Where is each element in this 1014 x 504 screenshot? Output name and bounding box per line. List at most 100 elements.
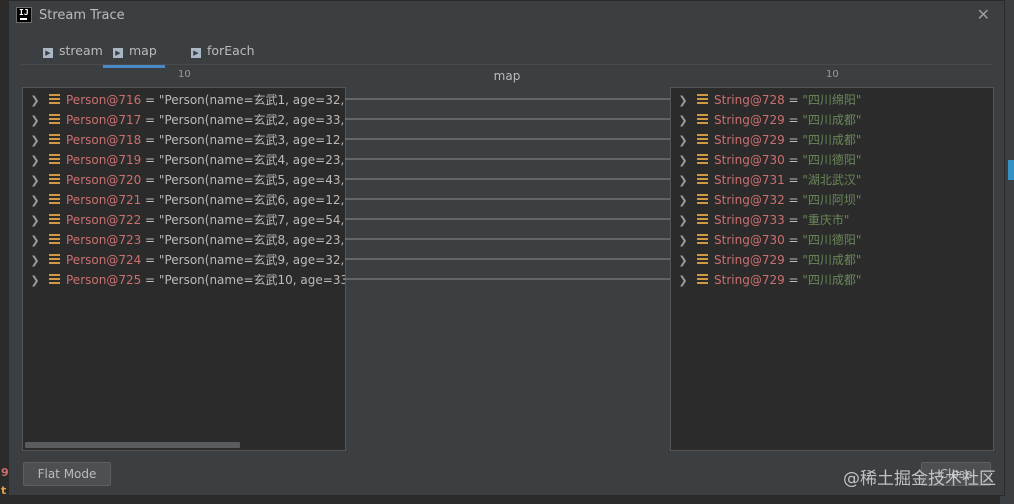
equals-sign: = [784, 153, 803, 167]
right-values-panel[interactable]: ❯ String@728 = "四川绵阳" ❯ String@729 = "四川成都"… [670, 87, 994, 451]
object-icon [697, 114, 708, 125]
value-row[interactable]: ❯ String@732 = "四川阿坝" [671, 190, 861, 210]
object-value: "四川阿坝" [802, 193, 862, 207]
value-row[interactable]: ❯ Person@724 = "Person(name=玄武9, age=32, … [23, 250, 345, 271]
background-scroll-marker [1008, 160, 1014, 180]
object-value: "四川成都" [802, 133, 862, 147]
object-value: "Person(name=玄武6, age=12, se [158, 193, 346, 207]
chevron-right-icon[interactable]: ❯ [677, 231, 689, 251]
object-icon [697, 154, 708, 165]
left-count: 10 [178, 69, 191, 80]
window-title: Stream Trace [39, 8, 125, 23]
equals-sign: = [784, 193, 803, 207]
object-icon [697, 214, 708, 225]
title-bar: IJ Stream Trace ✕ [9, 1, 1004, 31]
object-reference: Person@724 [66, 253, 142, 267]
background-glyph: t [1, 484, 7, 497]
chevron-right-icon[interactable]: ❯ [29, 191, 41, 211]
object-reference: Person@717 [66, 113, 142, 127]
equals-sign: = [141, 93, 159, 107]
value-row[interactable]: ❯ Person@721 = "Person(name=玄武6, age=12, … [23, 190, 346, 211]
stream-trace-dialog: IJ Stream Trace ✕ ▶ stream ▶ map ▶ forEach … [8, 0, 1005, 496]
value-row[interactable]: ❯ String@730 = "四川德阳" [671, 150, 861, 170]
value-row[interactable]: ❯ Person@717 = "Person(name=玄武2, age=33, … [23, 110, 346, 131]
intellij-icon: IJ [16, 7, 32, 23]
equals-sign: = [141, 193, 159, 207]
chevron-right-icon[interactable]: ❯ [677, 111, 689, 131]
tab-divider [21, 64, 992, 65]
object-icon [697, 94, 708, 105]
object-reference: String@730 [714, 233, 785, 247]
value-row[interactable]: ❯ Person@722 = "Person(name=玄武7, age=54, … [23, 210, 346, 231]
object-reference: Person@721 [66, 193, 142, 207]
chevron-right-icon[interactable]: ❯ [29, 131, 41, 151]
object-icon [49, 154, 60, 165]
object-value: "四川成都" [802, 273, 862, 287]
object-reference: String@733 [714, 213, 785, 227]
value-row[interactable]: ❯ String@729 = "四川成都" [671, 130, 861, 150]
value-row[interactable]: ❯ String@730 = "四川德阳" [671, 230, 861, 250]
chevron-right-icon[interactable]: ❯ [677, 91, 689, 111]
tab-label: map [129, 43, 157, 58]
chevron-right-icon[interactable]: ❯ [29, 171, 41, 191]
chevron-right-icon[interactable]: ❯ [677, 271, 689, 291]
flat-mode-button[interactable]: Flat Mode [23, 462, 111, 486]
object-reference: String@731 [714, 173, 785, 187]
object-icon [697, 274, 708, 285]
object-value: "Person(name=玄武7, age=54, se [158, 213, 346, 227]
value-row[interactable]: ❯ Person@725 = "Person(name=玄武10, age=33,… [23, 270, 345, 291]
chevron-right-icon[interactable]: ❯ [29, 111, 41, 131]
chevron-right-icon[interactable]: ❯ [677, 151, 689, 171]
equals-sign: = [141, 273, 159, 287]
object-icon [49, 274, 60, 285]
left-values-panel[interactable]: ❯ Person@716 = "Person(name=玄武1, age=32, … [22, 87, 346, 451]
value-row[interactable]: ❯ String@728 = "四川绵阳" [671, 90, 861, 110]
chevron-right-icon[interactable]: ❯ [677, 251, 689, 271]
object-value: "Person(name=玄武8, age=23, se [158, 233, 346, 247]
equals-sign: = [784, 273, 803, 287]
chevron-right-icon[interactable]: ❯ [677, 211, 689, 231]
object-value: "Person(name=玄武2, age=33, se [158, 113, 346, 127]
object-reference: String@729 [714, 273, 785, 287]
chevron-right-icon[interactable]: ❯ [29, 151, 41, 171]
value-row[interactable]: ❯ String@729 = "四川成都" [671, 270, 861, 290]
close-icon[interactable]: ✕ [977, 5, 990, 24]
chevron-right-icon[interactable]: ❯ [677, 131, 689, 151]
chevron-right-icon[interactable]: ❯ [29, 91, 41, 111]
chevron-right-icon[interactable]: ❯ [677, 191, 689, 211]
equals-sign: = [141, 113, 159, 127]
equals-sign: = [784, 173, 803, 187]
object-value: "四川绵阳" [802, 93, 862, 107]
value-row[interactable]: ❯ String@733 = "重庆市" [671, 210, 849, 230]
object-icon [697, 174, 708, 185]
value-row[interactable]: ❯ Person@720 = "Person(name=玄武5, age=43, … [23, 170, 345, 191]
object-icon [697, 194, 708, 205]
object-value: "四川成都" [802, 253, 862, 267]
value-row[interactable]: ❯ String@729 = "四川成都" [671, 110, 861, 130]
watermark: @稀土掘金技术社区 [843, 469, 996, 489]
tab-stream[interactable]: ▶ stream [43, 39, 103, 65]
object-reference: Person@722 [66, 213, 142, 227]
value-row[interactable]: ❯ Person@716 = "Person(name=玄武1, age=32, … [23, 90, 345, 111]
object-reference: Person@725 [66, 273, 142, 287]
chevron-right-icon[interactable]: ❯ [29, 271, 41, 291]
chevron-right-icon[interactable]: ❯ [677, 171, 689, 191]
value-row[interactable]: ❯ String@731 = "湖北武汉" [671, 170, 861, 190]
tab-label: forEach [207, 43, 255, 58]
equals-sign: = [141, 153, 159, 167]
equals-sign: = [784, 233, 803, 247]
value-row[interactable]: ❯ Person@723 = "Person(name=玄武8, age=23, … [23, 230, 346, 251]
object-icon [49, 114, 60, 125]
horizontal-scrollbar[interactable] [25, 442, 240, 448]
value-row[interactable]: ❯ Person@718 = "Person(name=玄武3, age=12, … [23, 130, 345, 151]
chevron-right-icon[interactable]: ❯ [29, 231, 41, 251]
object-icon [49, 254, 60, 265]
object-value: "Person(name=玄武4, age=23, se [158, 153, 346, 167]
tab-foreach[interactable]: ▶ forEach [191, 39, 255, 65]
value-row[interactable]: ❯ String@729 = "四川成都" [671, 250, 861, 270]
chevron-right-icon[interactable]: ❯ [29, 211, 41, 231]
value-row[interactable]: ❯ Person@719 = "Person(name=玄武4, age=23, … [23, 150, 346, 171]
chevron-right-icon[interactable]: ❯ [29, 251, 41, 271]
object-reference: Person@716 [66, 93, 142, 107]
equals-sign: = [784, 133, 803, 147]
